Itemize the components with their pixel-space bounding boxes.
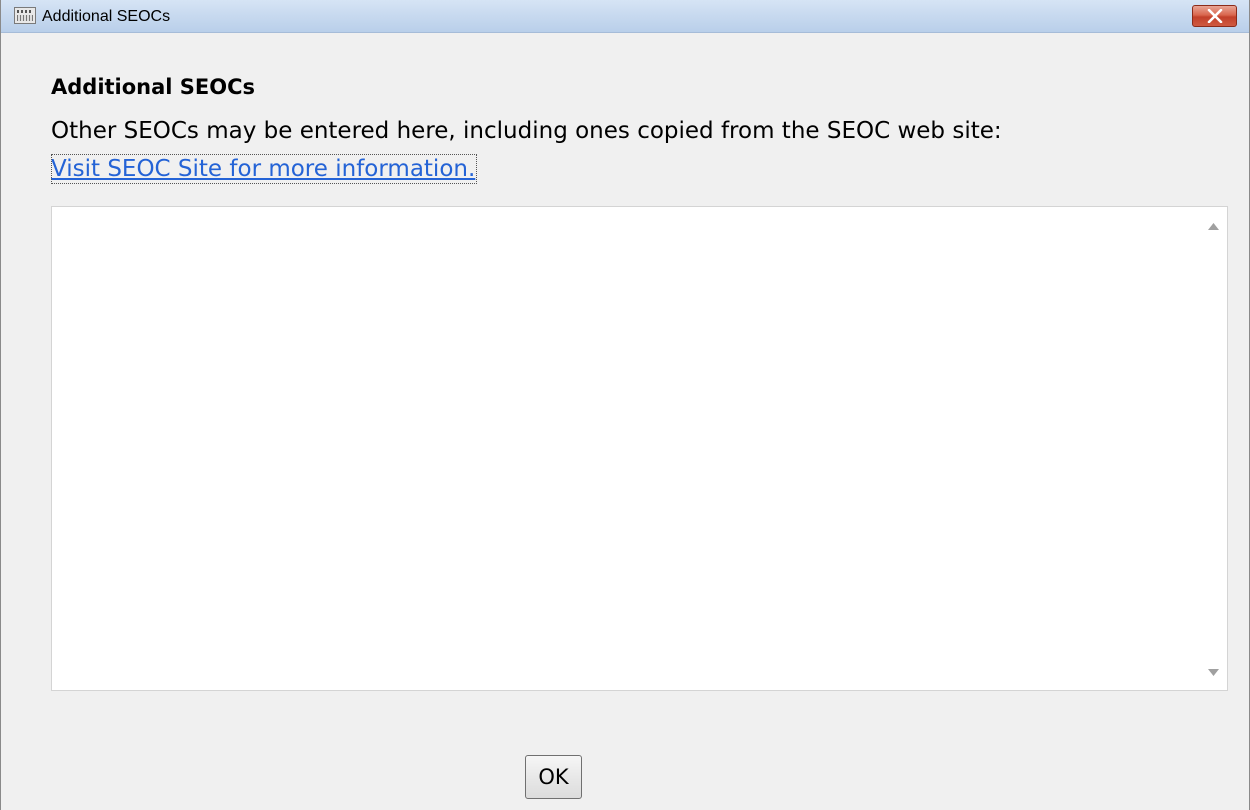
- ok-button[interactable]: OK: [525, 755, 582, 799]
- scroll-up-button[interactable]: [1200, 213, 1227, 240]
- close-x-icon: [1207, 9, 1223, 23]
- scroll-up-arrow-icon: [1208, 223, 1219, 230]
- seoc-site-link[interactable]: Visit SEOC Site for more information.: [51, 154, 478, 184]
- scroll-down-arrow-icon: [1208, 669, 1219, 676]
- instruction-text: Other SEOCs may be entered here, includi…: [51, 118, 1002, 144]
- close-button[interactable]: [1192, 5, 1237, 27]
- dialog-window: Additional SEOCs Additional SEOCs Other …: [0, 0, 1250, 810]
- window-title: Additional SEOCs: [42, 8, 171, 25]
- title-bar[interactable]: Additional SEOCs: [1, 0, 1249, 33]
- seoc-text-area-container: [51, 206, 1228, 691]
- dialog-heading: Additional SEOCs: [51, 75, 256, 99]
- vertical-scrollbar[interactable]: [1200, 207, 1227, 690]
- scroll-down-button[interactable]: [1200, 659, 1227, 686]
- app-window-icon: [14, 7, 36, 24]
- seoc-text-area[interactable]: [52, 207, 1200, 690]
